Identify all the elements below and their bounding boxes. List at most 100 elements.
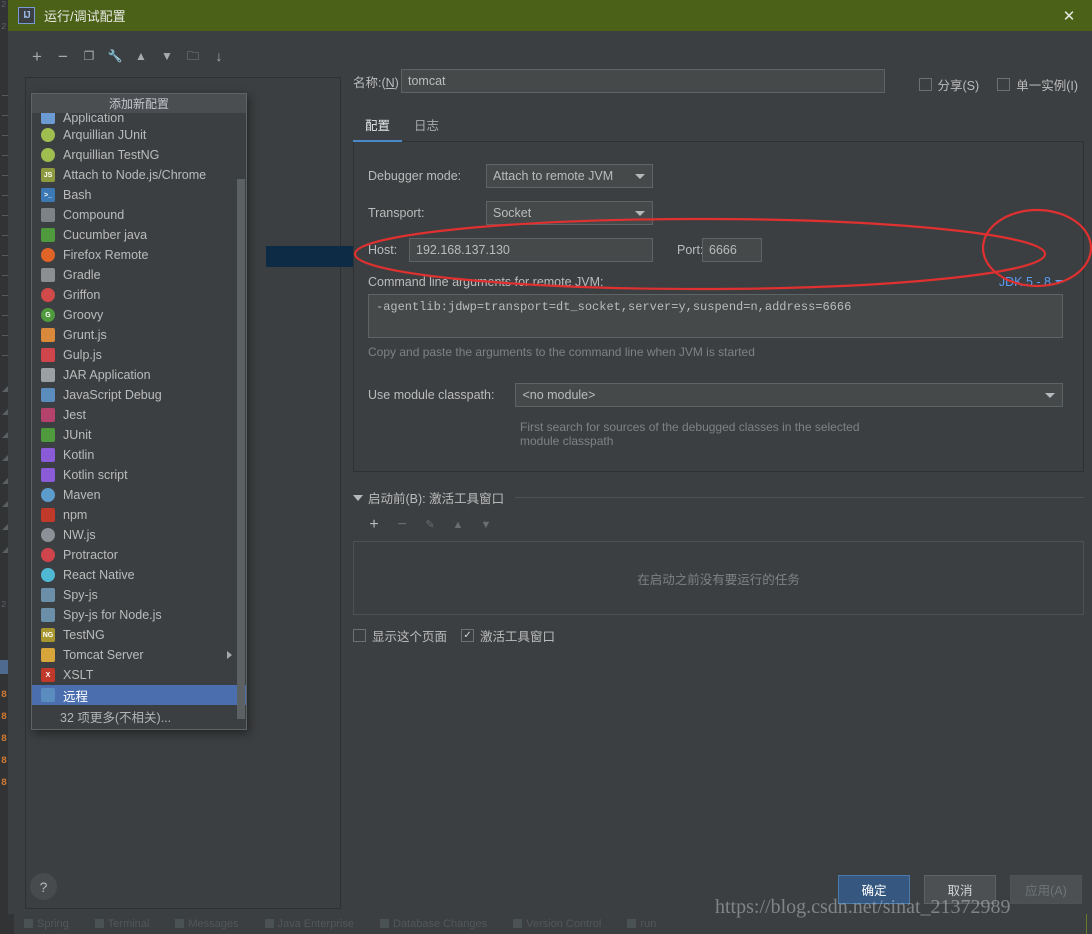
help-button[interactable]: ? <box>30 873 57 900</box>
run-debug-configurations-dialog: IJ 运行/调试配置 ✕ + − ❐ 🔧 ▲ ▼ 🗀 ↓ 添加新配置 Application A… <box>8 0 1092 914</box>
jar-icon <box>40 367 56 383</box>
gulp-icon <box>40 347 56 363</box>
before-launch-title: 启动前(B): 激活工具窗口 <box>368 492 505 506</box>
single-instance-checkbox[interactable]: 单一实例(I) <box>997 75 1078 94</box>
tool-window-tab[interactable]: Java Enterprise <box>264 918 354 930</box>
popup-item-spy-js[interactable]: Spy-js <box>32 585 246 605</box>
grunt-icon <box>40 327 56 343</box>
share-checkbox[interactable]: 分享(S) <box>918 75 979 94</box>
tool-window-tab[interactable]: Spring <box>24 918 69 930</box>
tab-logs[interactable]: 日志 <box>402 111 451 141</box>
add-new-configuration-popup[interactable]: 添加新配置 Application Arquillian JUnit Arquill… <box>31 93 247 730</box>
module-classpath-select[interactable]: <no module> <box>515 383 1063 407</box>
create-folder-button[interactable]: 🗀 <box>181 44 205 68</box>
before-launch-task-list[interactable]: 在启动之前没有要运行的任务 <box>353 541 1084 615</box>
before-launch-toolbar: + − ✎ ▲ ▼ <box>363 513 1084 537</box>
tool-window-tab[interactable]: run <box>627 918 656 930</box>
remove-task-button[interactable]: − <box>391 517 413 533</box>
tab-configuration[interactable]: 配置 <box>353 111 403 142</box>
popup-item-label: Kotlin script <box>63 468 128 482</box>
tool-window-icon <box>379 919 389 928</box>
move-task-down-button[interactable]: ▼ <box>475 519 497 531</box>
popup-item-nw-js[interactable]: NW.js <box>32 525 246 545</box>
tool-window-tab[interactable]: Messages <box>175 918 239 930</box>
cmdline-arguments-textarea[interactable]: -agentlib:jdwp=transport=dt_socket,serve… <box>368 294 1063 338</box>
testng-icon: NG <box>40 627 56 643</box>
cmdline-label: Command line arguments for remote JVM: <box>368 275 604 289</box>
application-icon <box>40 113 56 125</box>
nodejs-attach-icon: JS <box>40 167 56 183</box>
tool-window-tab[interactable]: Version Control <box>513 918 601 930</box>
popup-item-spy-js-for-node-js[interactable]: Spy-js for Node.js <box>32 605 246 625</box>
add-configuration-button[interactable]: + <box>25 44 49 68</box>
popup-item-xslt[interactable]: X XSLT <box>32 665 246 685</box>
close-icon[interactable]: ✕ <box>1046 0 1092 31</box>
popup-scrollbar[interactable] <box>237 179 245 719</box>
popup-item-react-native[interactable]: React Native <box>32 565 246 585</box>
activate-tool-window-checkbox[interactable]: ✓ 激活工具窗口 <box>461 626 555 645</box>
collapse-triangle-icon[interactable] <box>353 494 363 501</box>
before-launch-header[interactable]: 启动前(B): 激活工具窗口 <box>353 488 1084 507</box>
edit-task-button[interactable]: ✎ <box>419 519 441 531</box>
popup-item-arquillian-testng[interactable]: Arquillian TestNG <box>32 145 246 165</box>
edit-templates-button[interactable]: 🔧 <box>103 44 127 68</box>
jdk-version-selector[interactable]: JDK 5 - 8 <box>999 275 1063 289</box>
popup-item-label: Compound <box>63 208 125 222</box>
popup-more-items[interactable]: 32 项更多(不相关)... <box>32 705 246 727</box>
popup-item-label: Cucumber java <box>63 228 148 242</box>
tool-window-tab[interactable]: Terminal <box>94 918 149 930</box>
popup-item-arquillian-junit[interactable]: Arquillian JUnit <box>32 125 246 145</box>
port-input[interactable]: 6666 <box>702 238 762 262</box>
popup-header: 添加新配置 <box>32 94 246 113</box>
tool-window-label: Database Changes <box>392 917 488 930</box>
debugger-mode-select[interactable]: Attach to remote JVM <box>486 164 653 188</box>
popup-item-kotlin[interactable]: Kotlin <box>32 445 246 465</box>
transport-select[interactable]: Socket <box>486 201 653 225</box>
module-classpath-value: <no module> <box>522 388 596 402</box>
popup-item-testng[interactable]: NG TestNG <box>32 625 246 645</box>
popup-item-maven[interactable]: Maven <box>32 485 246 505</box>
apply-button[interactable]: 应用(A) <box>1010 875 1082 904</box>
popup-item-cucumber-java[interactable]: Cucumber java <box>32 225 246 245</box>
add-task-button[interactable]: + <box>363 517 385 533</box>
copy-configuration-button[interactable]: ❐ <box>77 44 101 68</box>
popup-item-application[interactable]: Application <box>32 113 246 125</box>
move-down-button[interactable]: ▼ <box>155 44 179 68</box>
popup-item-protractor[interactable]: Protractor <box>32 545 246 565</box>
name-input[interactable]: tomcat <box>401 69 885 93</box>
popup-item-jest[interactable]: Jest <box>32 405 246 425</box>
popup-item-kotlin-script[interactable]: Kotlin script <box>32 465 246 485</box>
popup-item-label: Maven <box>63 488 101 502</box>
module-classpath-row: Use module classpath: <no module> <box>368 383 1063 407</box>
popup-item-npm[interactable]: npm <box>32 505 246 525</box>
dialog-body: + − ❐ 🔧 ▲ ▼ 🗀 ↓ 添加新配置 Application Arquillian JUn… <box>8 31 1092 914</box>
sort-button[interactable]: ↓ <box>207 44 231 68</box>
popup-item-gradle[interactable]: Gradle <box>32 265 246 285</box>
popup-item-griffon[interactable]: Griffon <box>32 285 246 305</box>
tool-window-tab[interactable]: Database Changes <box>379 917 488 930</box>
intellij-logo-icon: IJ <box>18 7 35 24</box>
popup-item-label: Jest <box>63 408 86 422</box>
popup-item-junit[interactable]: JUnit <box>32 425 246 445</box>
popup-item-javascript-debug[interactable]: JavaScript Debug <box>32 385 246 405</box>
arquillian-icon <box>40 127 56 143</box>
move-up-button[interactable]: ▲ <box>129 44 153 68</box>
popup-item-tomcat-server[interactable]: Tomcat Server <box>32 645 246 665</box>
popup-item-jar-application[interactable]: JAR Application <box>32 365 246 385</box>
popup-item-bash[interactable]: >_ Bash <box>32 185 246 205</box>
popup-item-label: JavaScript Debug <box>63 388 162 402</box>
tool-window-label: run <box>640 917 657 930</box>
chevron-right-icon <box>227 651 232 659</box>
popup-item--[interactable]: 远程 <box>32 685 246 705</box>
popup-item-attach-to-node-js-chrome[interactable]: JS Attach to Node.js/Chrome <box>32 165 246 185</box>
show-this-page-checkbox[interactable]: 显示这个页面 <box>353 626 447 645</box>
popup-item-compound[interactable]: Compound <box>32 205 246 225</box>
popup-item-grunt-js[interactable]: Grunt.js <box>32 325 246 345</box>
module-classpath-hint-line2: module classpath <box>520 434 614 448</box>
popup-item-groovy[interactable]: G Groovy <box>32 305 246 325</box>
popup-item-gulp-js[interactable]: Gulp.js <box>32 345 246 365</box>
popup-item-firefox-remote[interactable]: Firefox Remote <box>32 245 246 265</box>
remove-configuration-button[interactable]: − <box>51 44 75 68</box>
host-input[interactable]: 192.168.137.130 <box>409 238 653 262</box>
move-task-up-button[interactable]: ▲ <box>447 519 469 531</box>
